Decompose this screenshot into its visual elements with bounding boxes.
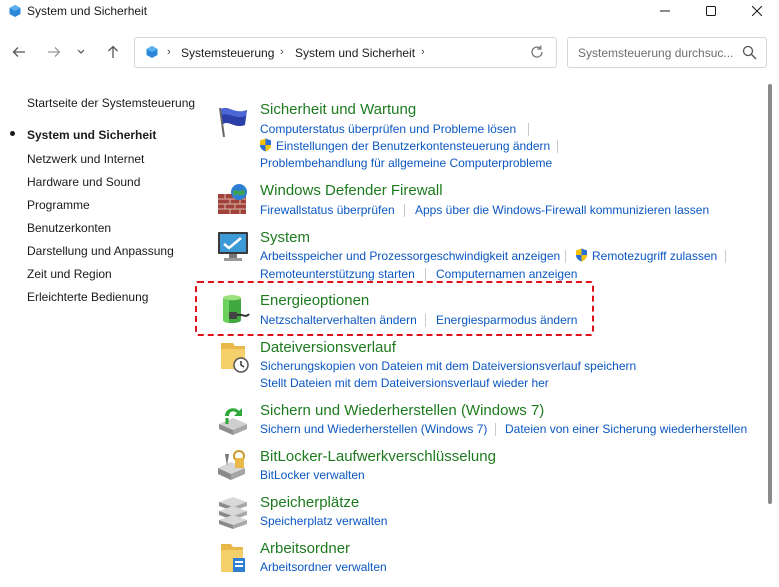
title-bar: System und Sicherheit	[0, 0, 779, 24]
control-panel-icon	[9, 5, 21, 17]
link-firewall-status[interactable]: Firewallstatus überprüfen	[260, 203, 395, 217]
flag-icon	[219, 107, 247, 138]
active-indicator	[10, 131, 15, 136]
vertical-scrollbar[interactable]	[766, 84, 776, 584]
arrow-left-icon	[12, 47, 25, 57]
highlight-box	[195, 281, 594, 336]
link-manage-storage[interactable]: Speicherplatz verwalten	[260, 514, 387, 528]
category-firewall: Windows Defender Firewall Firewallstatus…	[215, 182, 760, 222]
link-remote-assistance[interactable]: Remoteunterstützung starten	[260, 267, 415, 281]
category-storage-spaces: Speicherplätze Speicherplatz verwalten	[215, 494, 760, 534]
chevron-down-icon	[77, 49, 85, 54]
search-icon	[742, 45, 757, 60]
sidebar-item-programs[interactable]: Programme	[27, 198, 90, 212]
link-check-status[interactable]: Computerstatus überprüfen und Probleme l…	[260, 122, 516, 136]
sidebar-item-system-security[interactable]: System und Sicherheit	[27, 128, 156, 142]
category-title[interactable]: Dateiversionsverlauf	[260, 339, 396, 356]
refresh-icon[interactable]	[529, 44, 545, 60]
sidebar-item-ease-of-access[interactable]: Erleichterte Bedienung	[27, 290, 148, 304]
back-button[interactable]	[9, 42, 29, 62]
forward-button[interactable]	[44, 42, 64, 62]
file-history-icon	[221, 343, 249, 373]
work-folders-icon	[221, 544, 245, 572]
sidebar-item-network[interactable]: Netzwerk und Internet	[27, 152, 144, 166]
category-security-maintenance: Sicherheit und Wartung Computerstatus üb…	[215, 101, 760, 176]
sidebar-item-user-accounts[interactable]: Benutzerkonten	[27, 221, 111, 235]
link-restore-from-backup[interactable]: Dateien von einer Sicherung wiederherste…	[505, 422, 747, 436]
close-icon	[752, 6, 762, 16]
separator	[725, 250, 726, 263]
control-panel-icon	[146, 46, 158, 58]
scrollbar-thumb[interactable]	[768, 84, 772, 504]
link-uac-settings[interactable]: Einstellungen der Benutzerkontensteuerun…	[276, 139, 550, 153]
link-allow-apps[interactable]: Apps über die Windows-Firewall kommunizi…	[415, 203, 709, 217]
category-title[interactable]: Speicherplätze	[260, 494, 359, 511]
link-troubleshooting[interactable]: Problembehandlung für allgemeine Compute…	[260, 156, 552, 170]
link-remote-access[interactable]: Remotezugriff zulassen	[592, 249, 717, 263]
category-title[interactable]: Sichern und Wiederherstellen (Windows 7)	[260, 402, 544, 419]
category-title[interactable]: System	[260, 229, 310, 246]
firewall-icon	[218, 184, 247, 214]
separator	[565, 250, 566, 263]
link-save-backups[interactable]: Sicherungskopien von Dateien mit dem Dat…	[260, 359, 636, 373]
bitlocker-icon	[218, 450, 245, 480]
chevron-right-icon: ›	[167, 46, 171, 58]
arrow-up-icon	[108, 45, 118, 58]
window-title: System und Sicherheit	[27, 4, 148, 18]
computer-icon	[218, 232, 248, 261]
maximize-button[interactable]	[689, 0, 733, 22]
link-computer-name[interactable]: Computernamen anzeigen	[436, 267, 577, 281]
arrow-right-icon	[48, 47, 61, 57]
category-backup-restore: Sichern und Wiederherstellen (Windows 7)…	[215, 402, 760, 442]
chevron-right-icon: ›	[280, 46, 284, 58]
category-work-folders: Arbeitsordner Arbeitsordner verwalten	[215, 540, 760, 580]
category-system: System Arbeitsspeicher und Prozessorgesc…	[215, 229, 760, 284]
separator	[425, 268, 426, 281]
address-bar[interactable]: › Systemsteuerung › System und Sicherhei…	[134, 37, 557, 68]
uac-shield-icon	[576, 248, 587, 262]
category-title[interactable]: Sicherheit und Wartung	[260, 101, 416, 118]
chevron-right-icon: ›	[421, 46, 425, 58]
recent-locations-button[interactable]	[74, 42, 88, 62]
link-restore-files[interactable]: Stellt Dateien mit dem Dateiversionsverl…	[260, 376, 549, 390]
category-title[interactable]: BitLocker-Laufwerkverschlüsselung	[260, 448, 496, 465]
sidebar-item-appearance[interactable]: Darstellung und Anpassung	[27, 244, 174, 258]
separator	[528, 123, 529, 136]
uac-shield-icon	[260, 138, 271, 152]
breadcrumb-control-panel[interactable]: Systemsteuerung	[181, 46, 274, 60]
separator	[404, 204, 405, 217]
category-bitlocker: BitLocker-Laufwerkverschlüsselung BitLoc…	[215, 448, 760, 488]
separator	[495, 423, 496, 436]
sidebar-item-home[interactable]: Startseite der Systemsteuerung	[27, 96, 195, 110]
link-manage-work-folders[interactable]: Arbeitsordner verwalten	[260, 560, 387, 574]
category-title[interactable]: Arbeitsordner	[260, 540, 350, 557]
storage-spaces-icon	[219, 497, 247, 529]
backup-restore-icon	[219, 408, 247, 435]
breadcrumb-system-security[interactable]: System und Sicherheit	[295, 46, 415, 60]
minimize-icon	[660, 10, 670, 12]
search-input[interactable]: Systemsteuerung durchsuc...	[567, 37, 767, 68]
link-manage-bitlocker[interactable]: BitLocker verwalten	[260, 468, 365, 482]
maximize-icon	[706, 6, 716, 16]
search-placeholder: Systemsteuerung durchsuc...	[578, 46, 733, 60]
category-file-history: Dateiversionsverlauf Sicherungskopien vo…	[215, 339, 760, 394]
separator	[557, 140, 558, 153]
link-backup-restore[interactable]: Sichern und Wiederherstellen (Windows 7)	[260, 422, 487, 436]
sidebar-item-hardware[interactable]: Hardware und Sound	[27, 175, 140, 189]
minimize-button[interactable]	[643, 0, 687, 22]
sidebar-item-clock-region[interactable]: Zeit und Region	[27, 267, 112, 281]
link-ram-cpu[interactable]: Arbeitsspeicher und Prozessorgeschwindig…	[260, 249, 560, 263]
category-title[interactable]: Windows Defender Firewall	[260, 182, 443, 199]
up-button[interactable]	[103, 42, 123, 62]
close-button[interactable]	[735, 0, 779, 22]
